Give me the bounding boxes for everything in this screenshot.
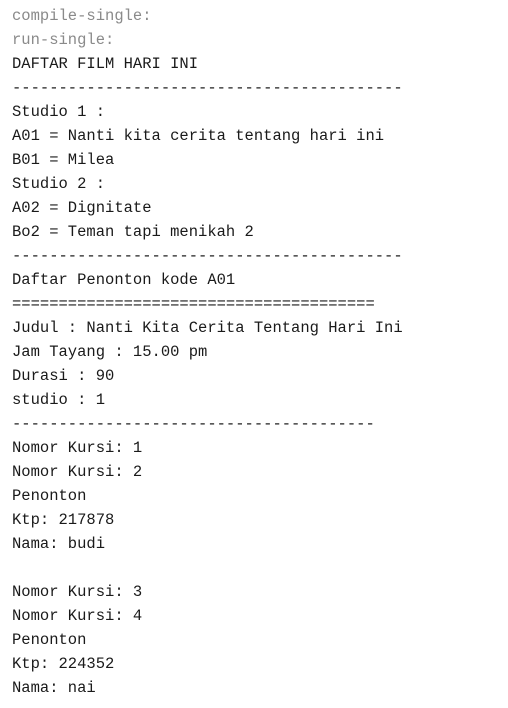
console-line: Studio 1 : [12, 103, 106, 121]
console-line: DAFTAR FILM HARI INI [12, 55, 199, 73]
console-line: Daftar Penonton kode A01 [12, 271, 236, 289]
console-line: Ktp: 217878 [12, 511, 115, 529]
console-line: Jam Tayang : 15.00 pm [12, 343, 208, 361]
console-line: A02 = Dignitate [12, 199, 152, 217]
console-line: Durasi : 90 [12, 367, 115, 385]
console-line: Studio 2 : [12, 175, 106, 193]
console-line: ======================================= [12, 295, 375, 313]
console-line: Penonton [12, 631, 87, 649]
console-line: Nomor Kursi: 3 [12, 583, 143, 601]
console-line: --------------------------------------- [12, 415, 375, 433]
console-line: Nama: nai [12, 679, 96, 697]
console-line: B01 = Milea [12, 151, 115, 169]
console-line: run-single: [12, 31, 115, 49]
console-line: Nama: budi [12, 535, 106, 553]
console-line: Nomor Kursi: 2 [12, 463, 143, 481]
console-line: studio : 1 [12, 391, 106, 409]
console-line: ----------------------------------------… [12, 79, 403, 97]
console-line: A01 = Nanti kita cerita tentang hari ini [12, 127, 385, 145]
console-line: Penonton [12, 487, 87, 505]
console-line: ----------------------------------------… [12, 247, 403, 265]
console-line: Ktp: 224352 [12, 655, 115, 673]
console-line: Nomor Kursi: 1 [12, 439, 143, 457]
console-line: Nomor Kursi: 4 [12, 607, 143, 625]
output-console: compile-single: run-single: DAFTAR FILM HA… [12, 4, 508, 700]
console-line: Judul : Nanti Kita Cerita Tentang Hari I… [12, 319, 403, 337]
console-line: Bo2 = Teman tapi menikah 2 [12, 223, 254, 241]
console-line: compile-single: [12, 7, 152, 25]
